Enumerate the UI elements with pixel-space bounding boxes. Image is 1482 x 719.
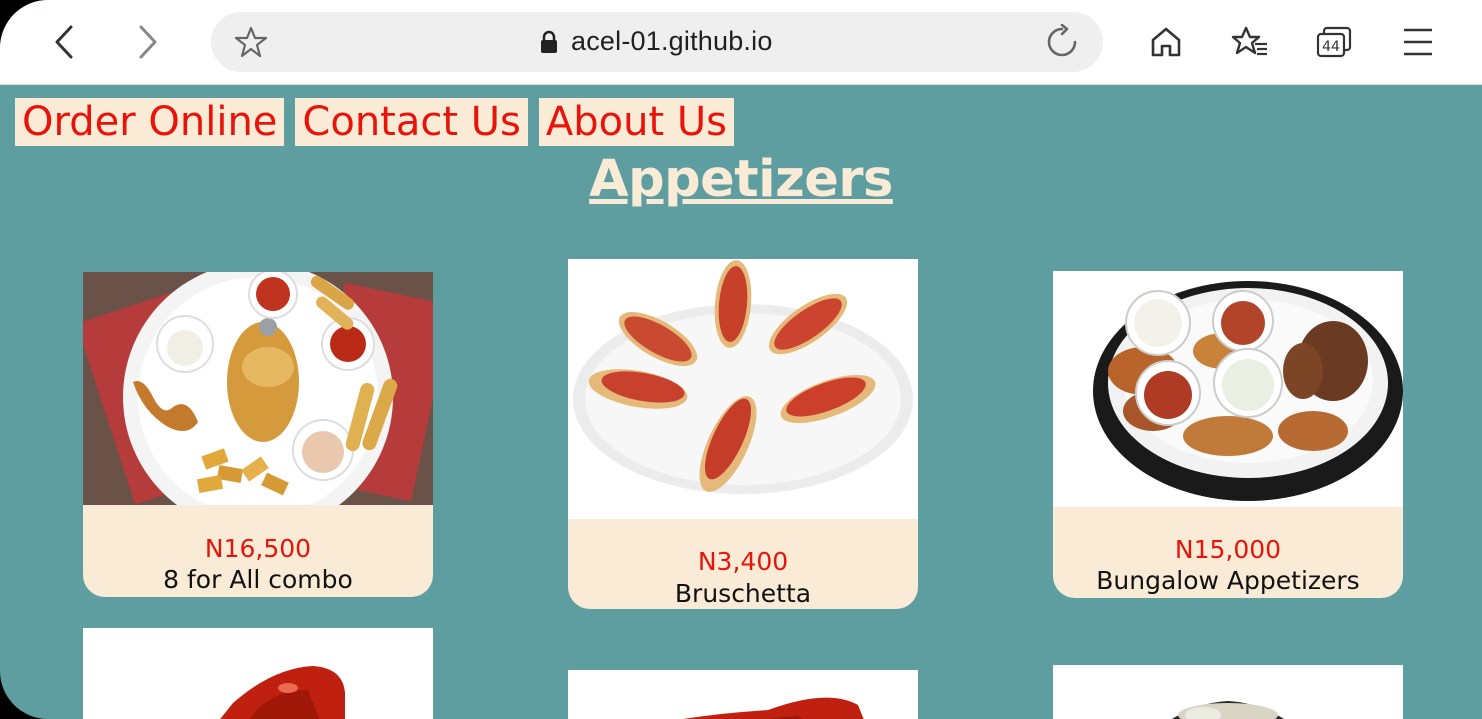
item-name: 8 for All combo [163,565,353,594]
back-icon[interactable] [40,18,88,66]
item-name: Bungalow Appetizers [1096,566,1360,595]
web-page: Order Online Contact Us About Us Appetiz… [0,84,1482,719]
menu-card[interactable]: N16,500 8 for All combo [83,272,433,597]
url-text: acel-01.github.io [571,26,773,56]
browser-toolbar: acel-01.github.io 44 [0,0,1482,85]
tabs-icon[interactable]: 44 [1310,18,1358,66]
lock-icon [539,30,559,59]
nav-link-contact-us[interactable]: Contact Us [295,98,528,146]
food-photo [1053,271,1403,507]
phone-screen: acel-01.github.io 44 Order Online Contac… [0,0,1482,719]
food-photo[interactable] [1053,665,1403,719]
nav-link-order-online[interactable]: Order Online [15,98,285,146]
food-photo[interactable] [83,628,433,719]
reload-icon[interactable] [1038,18,1086,66]
item-price: N3,400 [697,547,789,576]
bookmark-star-icon[interactable] [227,18,275,66]
bookmarks-icon[interactable] [1226,18,1274,66]
tab-count: 44 [1322,39,1340,55]
forward-icon[interactable] [124,18,172,66]
nav-link-about-us[interactable]: About Us [538,98,734,146]
item-price: N16,500 [204,534,312,563]
address-bar[interactable]: acel-01.github.io [211,12,1103,72]
menu-card[interactable]: N15,000 Bungalow Appetizers [1053,271,1403,598]
menu-card[interactable]: N3,400 Bruschetta [568,259,918,609]
menu-icon[interactable] [1394,18,1442,66]
food-photo[interactable] [568,670,918,719]
food-photo [83,272,433,532]
item-name: Bruschetta [674,579,812,608]
food-photo [568,259,918,519]
item-price: N15,000 [1174,535,1282,564]
site-nav: Order Online Contact Us About Us [15,98,734,146]
section-heading: Appetizers [589,150,893,209]
home-icon[interactable] [1142,18,1190,66]
